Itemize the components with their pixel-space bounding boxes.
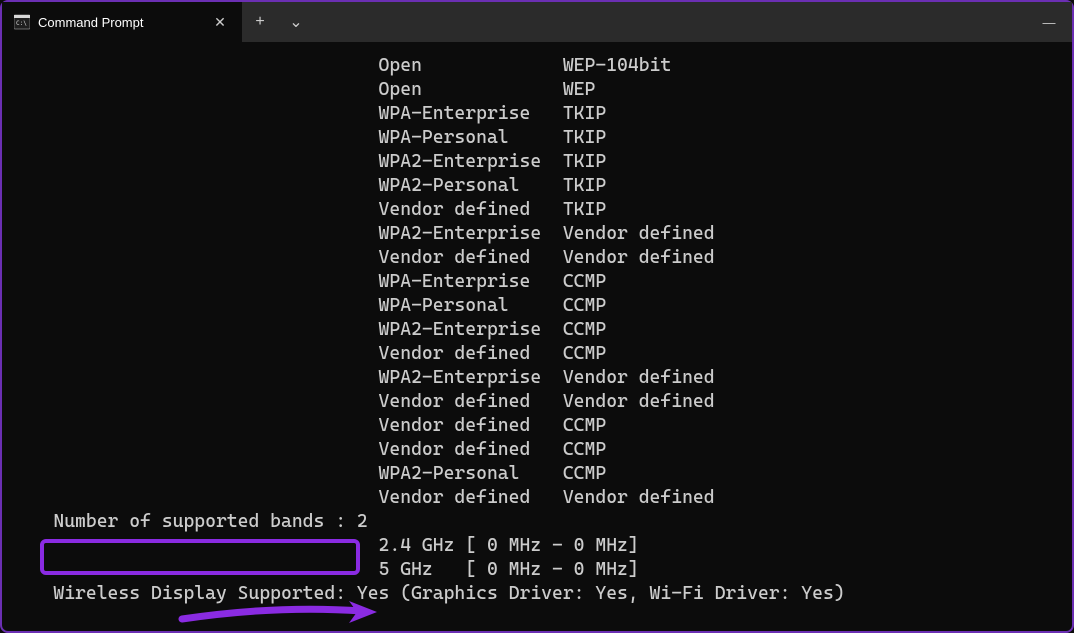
tab-title: Command Prompt: [38, 15, 202, 30]
minimize-button[interactable]: —: [1026, 2, 1072, 42]
tab-actions: + ⌄: [242, 2, 314, 42]
titlebar-drag-region[interactable]: [314, 2, 1026, 42]
window-controls: —: [1026, 2, 1072, 42]
close-tab-button[interactable]: ✕: [210, 12, 230, 32]
tab-command-prompt[interactable]: C:\ Command Prompt ✕: [2, 2, 242, 42]
titlebar: C:\ Command Prompt ✕ + ⌄ —: [2, 2, 1072, 42]
cmd-icon: C:\: [14, 14, 30, 30]
terminal-text: Open WEP-104bit Open WEP WPA-Enterprise …: [10, 55, 845, 604]
terminal-output[interactable]: Open WEP-104bit Open WEP WPA-Enterprise …: [2, 42, 1072, 631]
tab-dropdown-button[interactable]: ⌄: [278, 2, 314, 42]
svg-text:C:\: C:\: [16, 20, 27, 27]
new-tab-button[interactable]: +: [242, 2, 278, 42]
